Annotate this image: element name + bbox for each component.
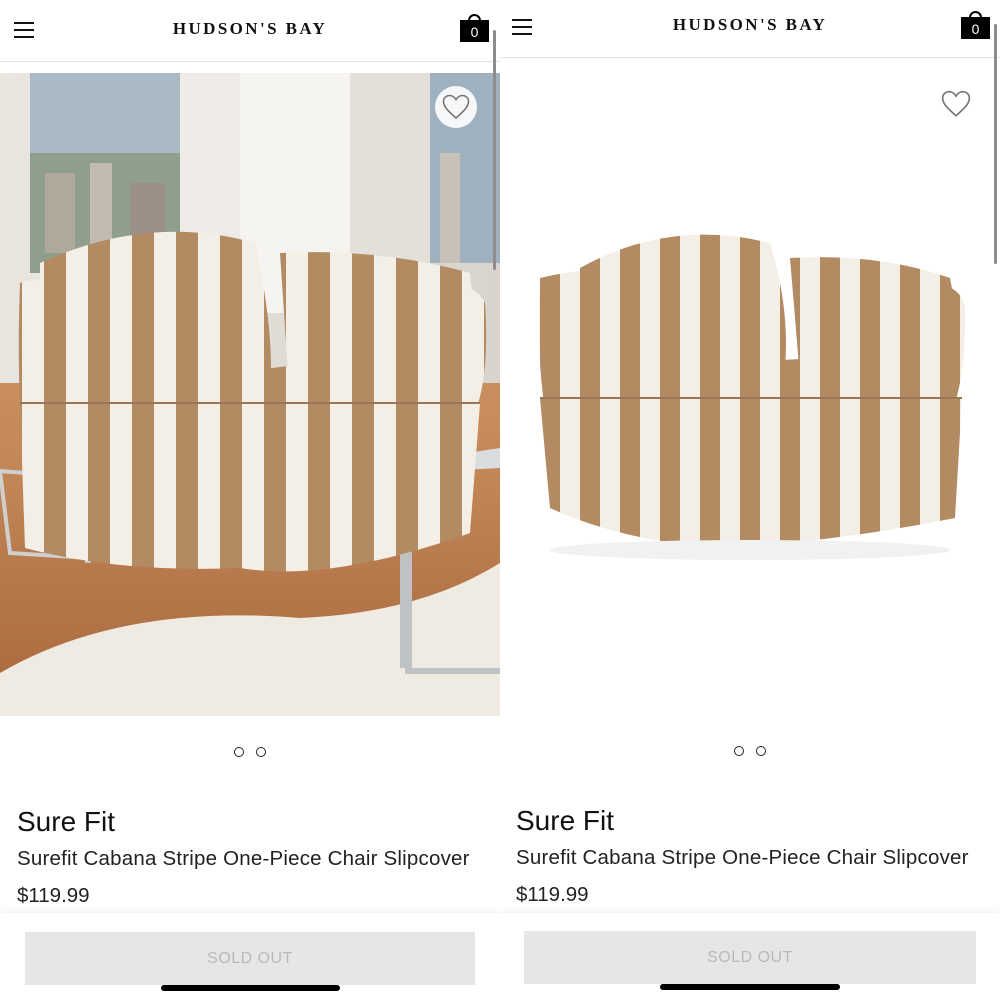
product-price: $119.99: [516, 883, 589, 906]
wishlist-button[interactable]: [435, 86, 477, 128]
striped-armchair-on-white-photo: [500, 68, 1000, 708]
striped-armchair-in-living-room-photo: [0, 73, 500, 716]
cart-count: 0: [961, 17, 990, 39]
product-brand[interactable]: Sure Fit: [17, 806, 115, 838]
product-title: Surefit Cabana Stripe One-Piece Chair Sl…: [516, 846, 969, 869]
gallery-pagination: [0, 747, 500, 757]
shopping-bag-button[interactable]: 0: [961, 11, 990, 39]
shopping-bag-button[interactable]: 0: [460, 14, 489, 42]
scrollbar[interactable]: [994, 24, 997, 264]
product-title: Surefit Cabana Stripe One-Piece Chair Sl…: [17, 847, 470, 870]
heart-outline-icon: [941, 90, 971, 117]
home-indicator: [660, 984, 840, 990]
product-screen-left: HUDSON'S BAY 0 Sure Fit Surefit Cabana S…: [0, 0, 500, 1000]
carousel-dot-icon[interactable]: [756, 746, 766, 756]
scrollbar[interactable]: [493, 30, 496, 270]
heart-outline-icon: [442, 94, 470, 120]
product-image-gallery[interactable]: [0, 73, 500, 716]
carousel-dot-icon[interactable]: [256, 747, 266, 757]
product-screen-right: HUDSON'S BAY 0 Sure Fit Surefit Cabana S…: [500, 0, 1000, 1000]
gallery-pagination: [500, 746, 1000, 756]
product-brand[interactable]: Sure Fit: [516, 805, 614, 837]
sold-out-button[interactable]: SOLD OUT: [524, 931, 976, 984]
wishlist-button[interactable]: [935, 83, 977, 125]
sold-out-button[interactable]: SOLD OUT: [25, 932, 475, 985]
header: HUDSON'S BAY 0: [500, 0, 1000, 58]
store-logo[interactable]: HUDSON'S BAY: [0, 19, 500, 39]
store-logo[interactable]: HUDSON'S BAY: [500, 15, 1000, 35]
cart-count: 0: [460, 20, 489, 42]
home-indicator: [161, 985, 340, 991]
product-image-gallery[interactable]: [500, 68, 1000, 708]
header: HUDSON'S BAY 0: [0, 0, 500, 62]
product-price: $119.99: [17, 884, 90, 907]
carousel-dot-icon[interactable]: [234, 747, 244, 757]
carousel-dot-icon[interactable]: [734, 746, 744, 756]
screens: HUDSON'S BAY 0 Sure Fit Surefit Cabana S…: [0, 0, 1000, 1000]
